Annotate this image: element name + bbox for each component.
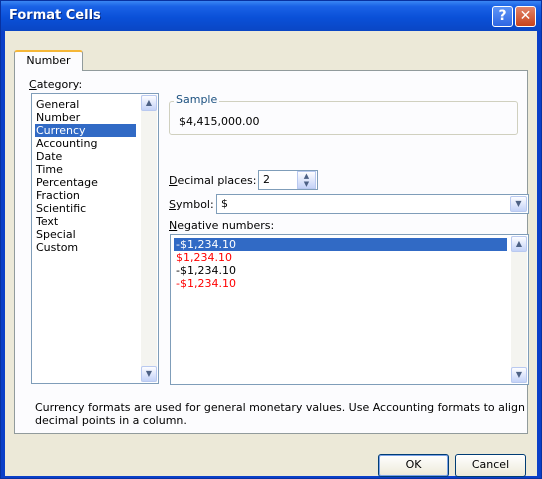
negative-format-item[interactable]: -$1,234.10 (174, 238, 507, 251)
tab-number[interactable]: Number (14, 50, 83, 71)
category-item-currency[interactable]: Currency (35, 124, 136, 137)
negative-format-item[interactable]: $1,234.10 (174, 251, 234, 264)
negative-format-item[interactable]: -$1,234.10 (174, 264, 238, 277)
category-item-percentage[interactable]: Percentage (35, 176, 99, 189)
symbol-dropdown[interactable]: $ ▼ (216, 194, 529, 214)
category-item-date[interactable]: Date (35, 150, 63, 163)
sample-legend: Sample (174, 93, 220, 106)
category-scrollbar[interactable]: ▲ ▼ (141, 95, 157, 382)
help-icon: ? (498, 8, 507, 24)
dialog-title: Format Cells (9, 8, 101, 23)
close-icon: ✕ (519, 8, 532, 24)
format-description: Currency formats are used for general mo… (35, 401, 525, 427)
category-item-text[interactable]: Text (35, 215, 59, 228)
category-item-custom[interactable]: Custom (35, 241, 79, 254)
chevron-down-icon[interactable]: ▼ (510, 196, 527, 212)
ok-button[interactable]: OK (378, 454, 449, 477)
sample-value: $4,415,000.00 (179, 115, 260, 128)
category-item-scientific[interactable]: Scientific (35, 202, 87, 215)
category-item-time[interactable]: Time (35, 163, 64, 176)
negative-numbers-list[interactable]: -$1,234.10 $1,234.10 -$1,234.10 -$1,234.… (170, 234, 529, 385)
category-item-accounting[interactable]: Accounting (35, 137, 98, 150)
symbol-label: Symbol: (169, 198, 214, 211)
decimal-places-stepper[interactable]: ▲ ▼ (297, 171, 316, 189)
dialog-body: Number Category: General Number Currency… (5, 31, 537, 477)
scroll-down-icon[interactable]: ▼ (141, 366, 157, 382)
spin-up-icon[interactable]: ▲ (298, 172, 315, 180)
title-bar[interactable]: Format Cells ? ✕ (1, 1, 541, 31)
negative-numbers-label: Negative numbers: (169, 219, 275, 232)
decimal-places-label: Decimal places: (169, 174, 257, 187)
category-item-special[interactable]: Special (35, 228, 77, 241)
help-button[interactable]: ? (492, 6, 513, 27)
cancel-button[interactable]: Cancel (455, 454, 526, 477)
symbol-value: $ (221, 197, 228, 210)
scroll-down-icon[interactable]: ▼ (511, 367, 527, 383)
scroll-up-icon[interactable]: ▲ (141, 95, 157, 111)
spin-down-icon[interactable]: ▼ (298, 180, 315, 188)
negative-numbers-scrollbar[interactable]: ▲ ▼ (511, 236, 527, 383)
category-item-general[interactable]: General (35, 98, 80, 111)
close-button[interactable]: ✕ (515, 6, 536, 27)
negative-format-item[interactable]: -$1,234.10 (174, 277, 238, 290)
dialog-window: Format Cells ? ✕ Number Category: Genera… (0, 0, 542, 479)
scroll-up-icon[interactable]: ▲ (511, 236, 527, 252)
category-item-fraction[interactable]: Fraction (35, 189, 81, 202)
category-item-number[interactable]: Number (35, 111, 81, 124)
category-label: Category: (29, 78, 83, 91)
category-list[interactable]: General Number Currency Accounting Date … (31, 93, 159, 384)
